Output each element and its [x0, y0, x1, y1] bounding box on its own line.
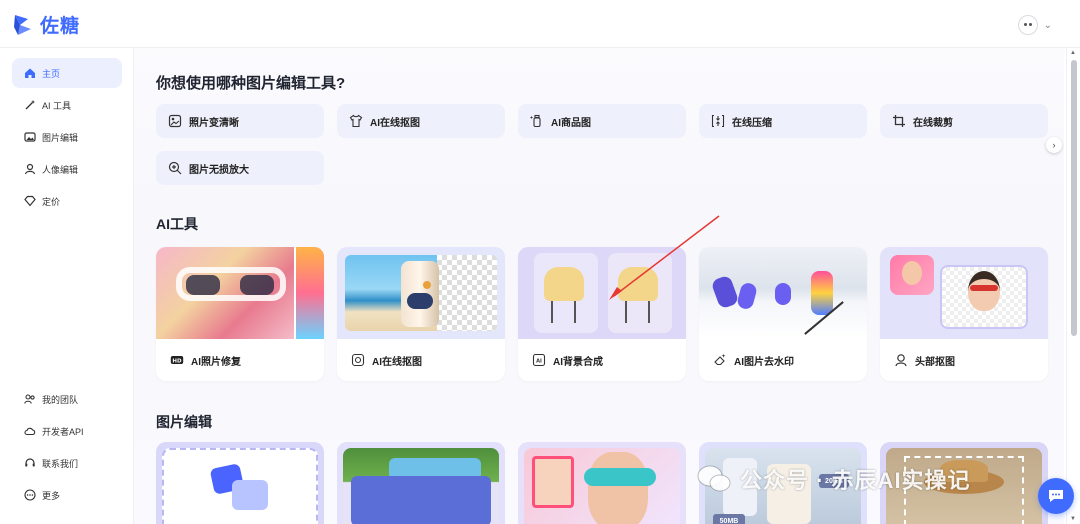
- chat-support-button[interactable]: [1038, 478, 1074, 514]
- compress-icon: [711, 114, 725, 128]
- card-head-cutout[interactable]: 头部抠图: [880, 247, 1048, 381]
- ai-bg-icon: AI: [532, 353, 546, 367]
- wechat-icon: [697, 465, 731, 492]
- card-thumbnail: [337, 247, 505, 339]
- diamond-icon: [24, 195, 36, 207]
- card-label: AI图片去水印: [734, 356, 794, 368]
- tool-label: 照片变清晰: [189, 117, 239, 129]
- headset-icon: [24, 457, 36, 469]
- magic-wand-icon: [24, 99, 36, 111]
- sidebar-item-label: 图片编辑: [42, 132, 79, 143]
- brand-name: 佐糖: [40, 16, 81, 37]
- sidebar-item-label: 开发者API: [42, 426, 84, 437]
- card-footer: HD AI照片修复: [156, 339, 324, 381]
- image-edit-icon: [24, 131, 36, 143]
- sidebar-item-label: 联系我们: [42, 458, 79, 469]
- main-content: 你想使用哪种图片编辑工具? 照片变清晰 AI在线抠图 AI商品图 在线压缩 在线…: [134, 48, 1064, 524]
- sidebar-item-label: 人像编辑: [42, 164, 79, 175]
- head-icon: [894, 353, 908, 367]
- card-footer: AI在线抠图: [337, 339, 505, 381]
- svg-text:HD: HD: [172, 358, 182, 364]
- sidebar-item-ai-tools[interactable]: AI 工具: [12, 90, 122, 120]
- sidebar-item-api[interactable]: 开发者API: [12, 416, 122, 446]
- tool-cutout[interactable]: AI在线抠图: [337, 104, 505, 138]
- avatar[interactable]: [1017, 15, 1038, 35]
- card-thumbnail: [699, 247, 867, 339]
- card-ai-cutout[interactable]: AI在线抠图: [337, 247, 505, 381]
- card-footer: 头部抠图: [880, 339, 1048, 381]
- tool-label: AI在线抠图: [370, 117, 420, 129]
- sidebar-item-image-edit[interactable]: 图片编辑: [12, 122, 122, 152]
- chevron-down-icon[interactable]: ⌄: [1044, 20, 1052, 31]
- section-title-ai: AI工具: [156, 216, 198, 232]
- top-bar: 佐糖 ⌄: [0, 0, 1080, 48]
- card-thumbnail: [156, 247, 324, 339]
- user-menu[interactable]: ⌄: [1017, 15, 1052, 35]
- sidebar: 主页 AI 工具 图片编辑 人像编辑 定价 我的团队 开发者API 联系我们 更…: [0, 48, 134, 524]
- card-portrait-edit[interactable]: [518, 442, 686, 524]
- card-photo-restore[interactable]: HD AI照片修复: [156, 247, 324, 381]
- sidebar-item-pricing[interactable]: 定价: [12, 186, 122, 216]
- sidebar-item-label: AI 工具: [42, 100, 72, 111]
- eraser-icon: [713, 353, 727, 367]
- card-label: 头部抠图: [915, 356, 955, 368]
- card-ai-background[interactable]: AI AI背景合成: [518, 247, 686, 381]
- zoom-icon: [168, 161, 182, 175]
- sidebar-item-label: 更多: [42, 490, 61, 501]
- sidebar-item-home[interactable]: 主页: [12, 58, 122, 88]
- crop-icon: [892, 114, 906, 128]
- team-icon: [24, 393, 36, 405]
- size-badge: 50MB: [713, 514, 745, 524]
- scroll-thumb[interactable]: [1071, 60, 1077, 336]
- more-icon: [24, 489, 36, 501]
- cutout-icon: [351, 353, 365, 367]
- sidebar-item-portrait[interactable]: 人像编辑: [12, 154, 122, 184]
- scroll-down-icon[interactable]: ▼: [1070, 516, 1076, 522]
- sidebar-item-more[interactable]: 更多: [12, 480, 122, 510]
- enhance-icon: [168, 114, 182, 128]
- tool-label: 在线裁剪: [913, 117, 953, 129]
- card-label: AI照片修复: [191, 356, 241, 368]
- card-label: AI在线抠图: [372, 356, 422, 368]
- card-product-photo[interactable]: [337, 442, 505, 524]
- card-thumbnail: [880, 247, 1048, 339]
- tool-enhance[interactable]: 照片变清晰: [156, 104, 324, 138]
- sidebar-item-label: 我的团队: [42, 394, 79, 405]
- next-arrow-button[interactable]: ›: [1046, 137, 1062, 153]
- scroll-up-icon[interactable]: ▲: [1070, 50, 1076, 56]
- card-remove-watermark[interactable]: AI图片去水印: [699, 247, 867, 381]
- tool-label: AI商品图: [551, 117, 591, 129]
- card-label: AI背景合成: [553, 356, 603, 368]
- sidebar-item-contact[interactable]: 联系我们: [12, 448, 122, 478]
- vertical-scrollbar[interactable]: ▲ ▼: [1066, 48, 1080, 524]
- card-upload[interactable]: [156, 442, 324, 524]
- tool-upscale[interactable]: 图片无损放大: [156, 151, 324, 185]
- sidebar-item-label: 定价: [42, 196, 61, 207]
- sidebar-item-label: 主页: [42, 68, 61, 79]
- watermark-text: 公众号 · 赤辰AI实操记: [740, 468, 971, 493]
- hd-icon: HD: [170, 353, 184, 367]
- chat-icon: [1049, 490, 1063, 502]
- sidebar-item-team[interactable]: 我的团队: [12, 384, 122, 414]
- card-footer: AI AI背景合成: [518, 339, 686, 381]
- card-thumbnail: [518, 247, 686, 339]
- svg-text:AI: AI: [536, 358, 542, 364]
- home-icon: [24, 67, 36, 79]
- bottle-icon: [530, 114, 544, 128]
- portrait-icon: [24, 163, 36, 175]
- tool-product[interactable]: AI商品图: [518, 104, 686, 138]
- chevron-right-icon: ›: [1052, 140, 1056, 150]
- card-footer: AI图片去水印: [699, 339, 867, 381]
- tool-compress[interactable]: 在线压缩: [699, 104, 867, 138]
- brand-logo[interactable]: 佐糖: [12, 11, 80, 38]
- watermark: 公众号 · 赤辰AI实操记: [696, 463, 971, 495]
- cloud-icon: [24, 425, 36, 437]
- tool-crop[interactable]: 在线裁剪: [880, 104, 1048, 138]
- page-title: 你想使用哪种图片编辑工具?: [156, 75, 346, 92]
- logo-icon: [14, 14, 31, 35]
- tool-label: 图片无损放大: [189, 164, 249, 176]
- tool-label: 在线压缩: [732, 117, 772, 129]
- shirt-icon: [349, 114, 363, 128]
- section-title-edit: 图片编辑: [156, 414, 212, 430]
